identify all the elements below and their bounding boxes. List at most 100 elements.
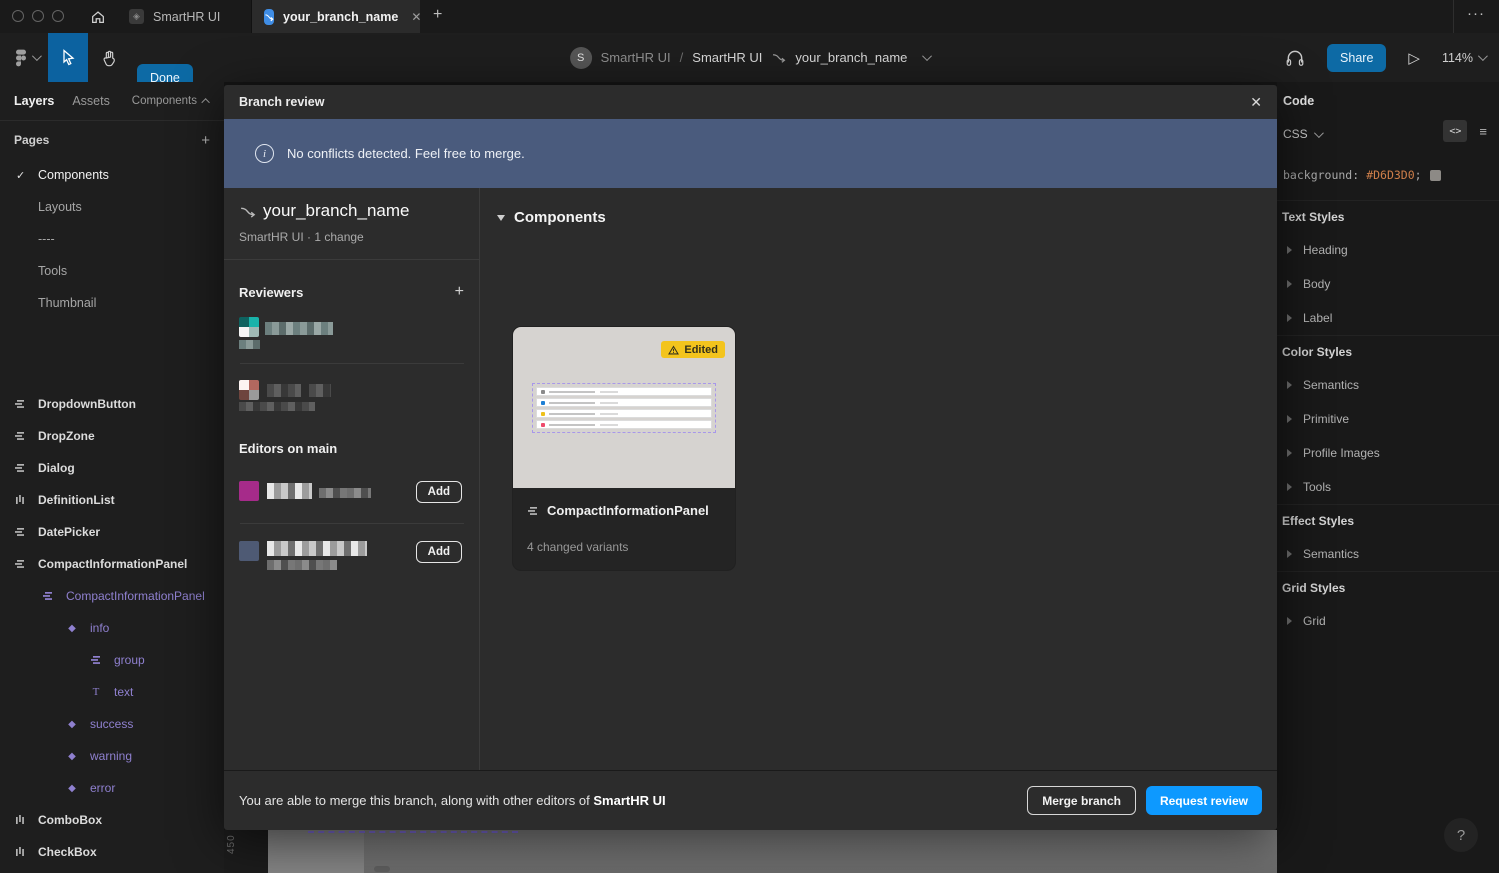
hand-tool[interactable] (90, 33, 128, 82)
page-label: Layouts (38, 200, 82, 214)
no-conflicts-banner: i No conflicts detected. Feel free to me… (224, 119, 1277, 188)
variant-icon (527, 505, 539, 517)
caret-right-icon (1287, 483, 1292, 491)
present-icon[interactable]: ▷ (1408, 49, 1420, 67)
traffic-light-minimize[interactable] (32, 10, 44, 22)
tab-branch-active[interactable]: your_branch_name ✕ (252, 0, 420, 33)
breadcrumb-file[interactable]: SmartHR UI (692, 50, 762, 65)
layer-item[interactable]: ◆success (0, 708, 224, 740)
add-editor-button[interactable]: Add (416, 541, 462, 563)
add-page-button[interactable]: + (201, 132, 210, 149)
layer-item[interactable]: Dialog (0, 452, 224, 484)
layer-item[interactable]: CompactInformationPanel (0, 580, 224, 612)
style-group-label: Body (1303, 277, 1330, 291)
redacted-text (549, 391, 595, 393)
horizontal-scrollbar[interactable] (374, 866, 390, 872)
layer-item[interactable]: DropZone (0, 420, 224, 452)
layer-item[interactable]: ◆info (0, 612, 224, 644)
style-group-item[interactable]: Semantics (1277, 537, 1499, 571)
style-group-item[interactable]: Body (1277, 267, 1499, 301)
page-item[interactable]: Layouts (0, 191, 224, 223)
share-button[interactable]: Share (1327, 44, 1386, 72)
page-item[interactable]: ---- (0, 223, 224, 255)
variant-icon (14, 558, 26, 570)
current-page-toggle[interactable]: Components (132, 95, 210, 107)
layer-item[interactable]: Calender (0, 868, 224, 873)
page-item[interactable]: Tools (0, 255, 224, 287)
redacted-text (600, 391, 618, 393)
zoom-menu[interactable]: 114% (1442, 51, 1485, 65)
layer-item[interactable]: ◆warning (0, 740, 224, 772)
request-review-button[interactable]: Request review (1146, 786, 1262, 815)
redacted-name (267, 384, 301, 397)
redacted-name (239, 340, 260, 349)
css-terminator: ; (1415, 168, 1422, 182)
window-menu-icon[interactable]: ··· (1467, 5, 1485, 22)
editors-header: Editors on main (239, 441, 464, 456)
tab-assets[interactable]: Assets (72, 94, 110, 108)
home-button[interactable] (78, 0, 117, 33)
page-item[interactable]: Thumbnail (0, 287, 224, 319)
style-group-item[interactable]: Primitive (1277, 402, 1499, 436)
headphones-icon[interactable] (1285, 48, 1305, 67)
breadcrumb-separator: / (680, 50, 684, 65)
move-tool-selected[interactable] (48, 33, 88, 82)
style-section-header: Effect Styles (1277, 505, 1499, 537)
component-name: CompactInformationPanel (547, 503, 709, 518)
main-menu-button[interactable] (6, 33, 46, 82)
code-list-icon[interactable]: ≡ (1479, 124, 1487, 139)
style-group-item[interactable]: Grid (1277, 604, 1499, 638)
breadcrumb-org[interactable]: SmartHR UI (601, 50, 671, 65)
tab-layers[interactable]: Layers (14, 94, 54, 108)
style-group-label: Semantics (1303, 378, 1359, 392)
layer-item[interactable]: CheckBox (0, 836, 224, 868)
add-reviewer-button[interactable]: + (455, 283, 464, 301)
code-language-select[interactable]: CSS (1283, 127, 1308, 141)
layer-item[interactable]: CompactInformationPanel (0, 548, 224, 580)
tab-close-icon[interactable]: ✕ (411, 10, 421, 24)
style-group-item[interactable]: Profile Images (1277, 436, 1499, 470)
tab-smarthr-ui[interactable]: ◈ SmartHR UI (117, 0, 252, 33)
chevron-down-icon[interactable] (922, 51, 932, 61)
help-button[interactable]: ? (1444, 818, 1478, 852)
layer-item[interactable]: DefinitionList (0, 484, 224, 516)
new-tab-button[interactable]: + (433, 6, 442, 24)
css-property: background (1283, 168, 1352, 182)
code-view-icon[interactable]: <> (1443, 120, 1467, 142)
canvas-frame[interactable] (268, 830, 1277, 873)
add-editor-button[interactable]: Add (416, 481, 462, 503)
style-group-item[interactable]: Tools (1277, 470, 1499, 504)
style-group-item[interactable]: Label (1277, 301, 1499, 335)
chevron-up-icon (201, 98, 209, 106)
component-icon: ◆ (66, 718, 78, 730)
layer-item[interactable]: ComboBox (0, 804, 224, 836)
layer-item[interactable]: group (0, 644, 224, 676)
layer-item[interactable]: ◆error (0, 772, 224, 804)
layer-item[interactable]: DatePicker (0, 516, 224, 548)
components-section-header[interactable]: Components (497, 209, 1277, 226)
code-language-row: CSS <> ≡ (1277, 116, 1499, 152)
component-set-icon (14, 814, 26, 826)
layer-item[interactable]: DropdownButton (0, 394, 224, 420)
layer-label: Dialog (38, 461, 75, 475)
canvas-area[interactable]: 450 (224, 830, 1277, 873)
traffic-light-zoom[interactable] (52, 10, 64, 22)
style-group-item[interactable]: Heading (1277, 233, 1499, 267)
file-breadcrumb[interactable]: S SmartHR UI / SmartHR UI your_branch_na… (570, 33, 930, 82)
page-item[interactable]: ✓Components (0, 159, 224, 191)
layer-item[interactable]: Ttext (0, 676, 224, 708)
layer-label: text (114, 685, 133, 699)
reviewer-row (239, 380, 464, 414)
style-group-item[interactable]: Semantics (1277, 368, 1499, 402)
component-change-card[interactable]: Edited CompactInformationPanel 4 changed… (513, 327, 735, 570)
divider (240, 523, 464, 524)
merge-branch-button[interactable]: Merge branch (1027, 786, 1136, 815)
check-icon: ✓ (16, 169, 38, 182)
traffic-light-close[interactable] (12, 10, 24, 22)
branch-icon (771, 51, 786, 64)
component-set-icon (14, 846, 26, 858)
close-icon[interactable]: ✕ (1250, 94, 1262, 111)
variant-icon (14, 526, 26, 538)
breadcrumb-branch[interactable]: your_branch_name (795, 50, 907, 65)
redacted-name (239, 402, 315, 411)
